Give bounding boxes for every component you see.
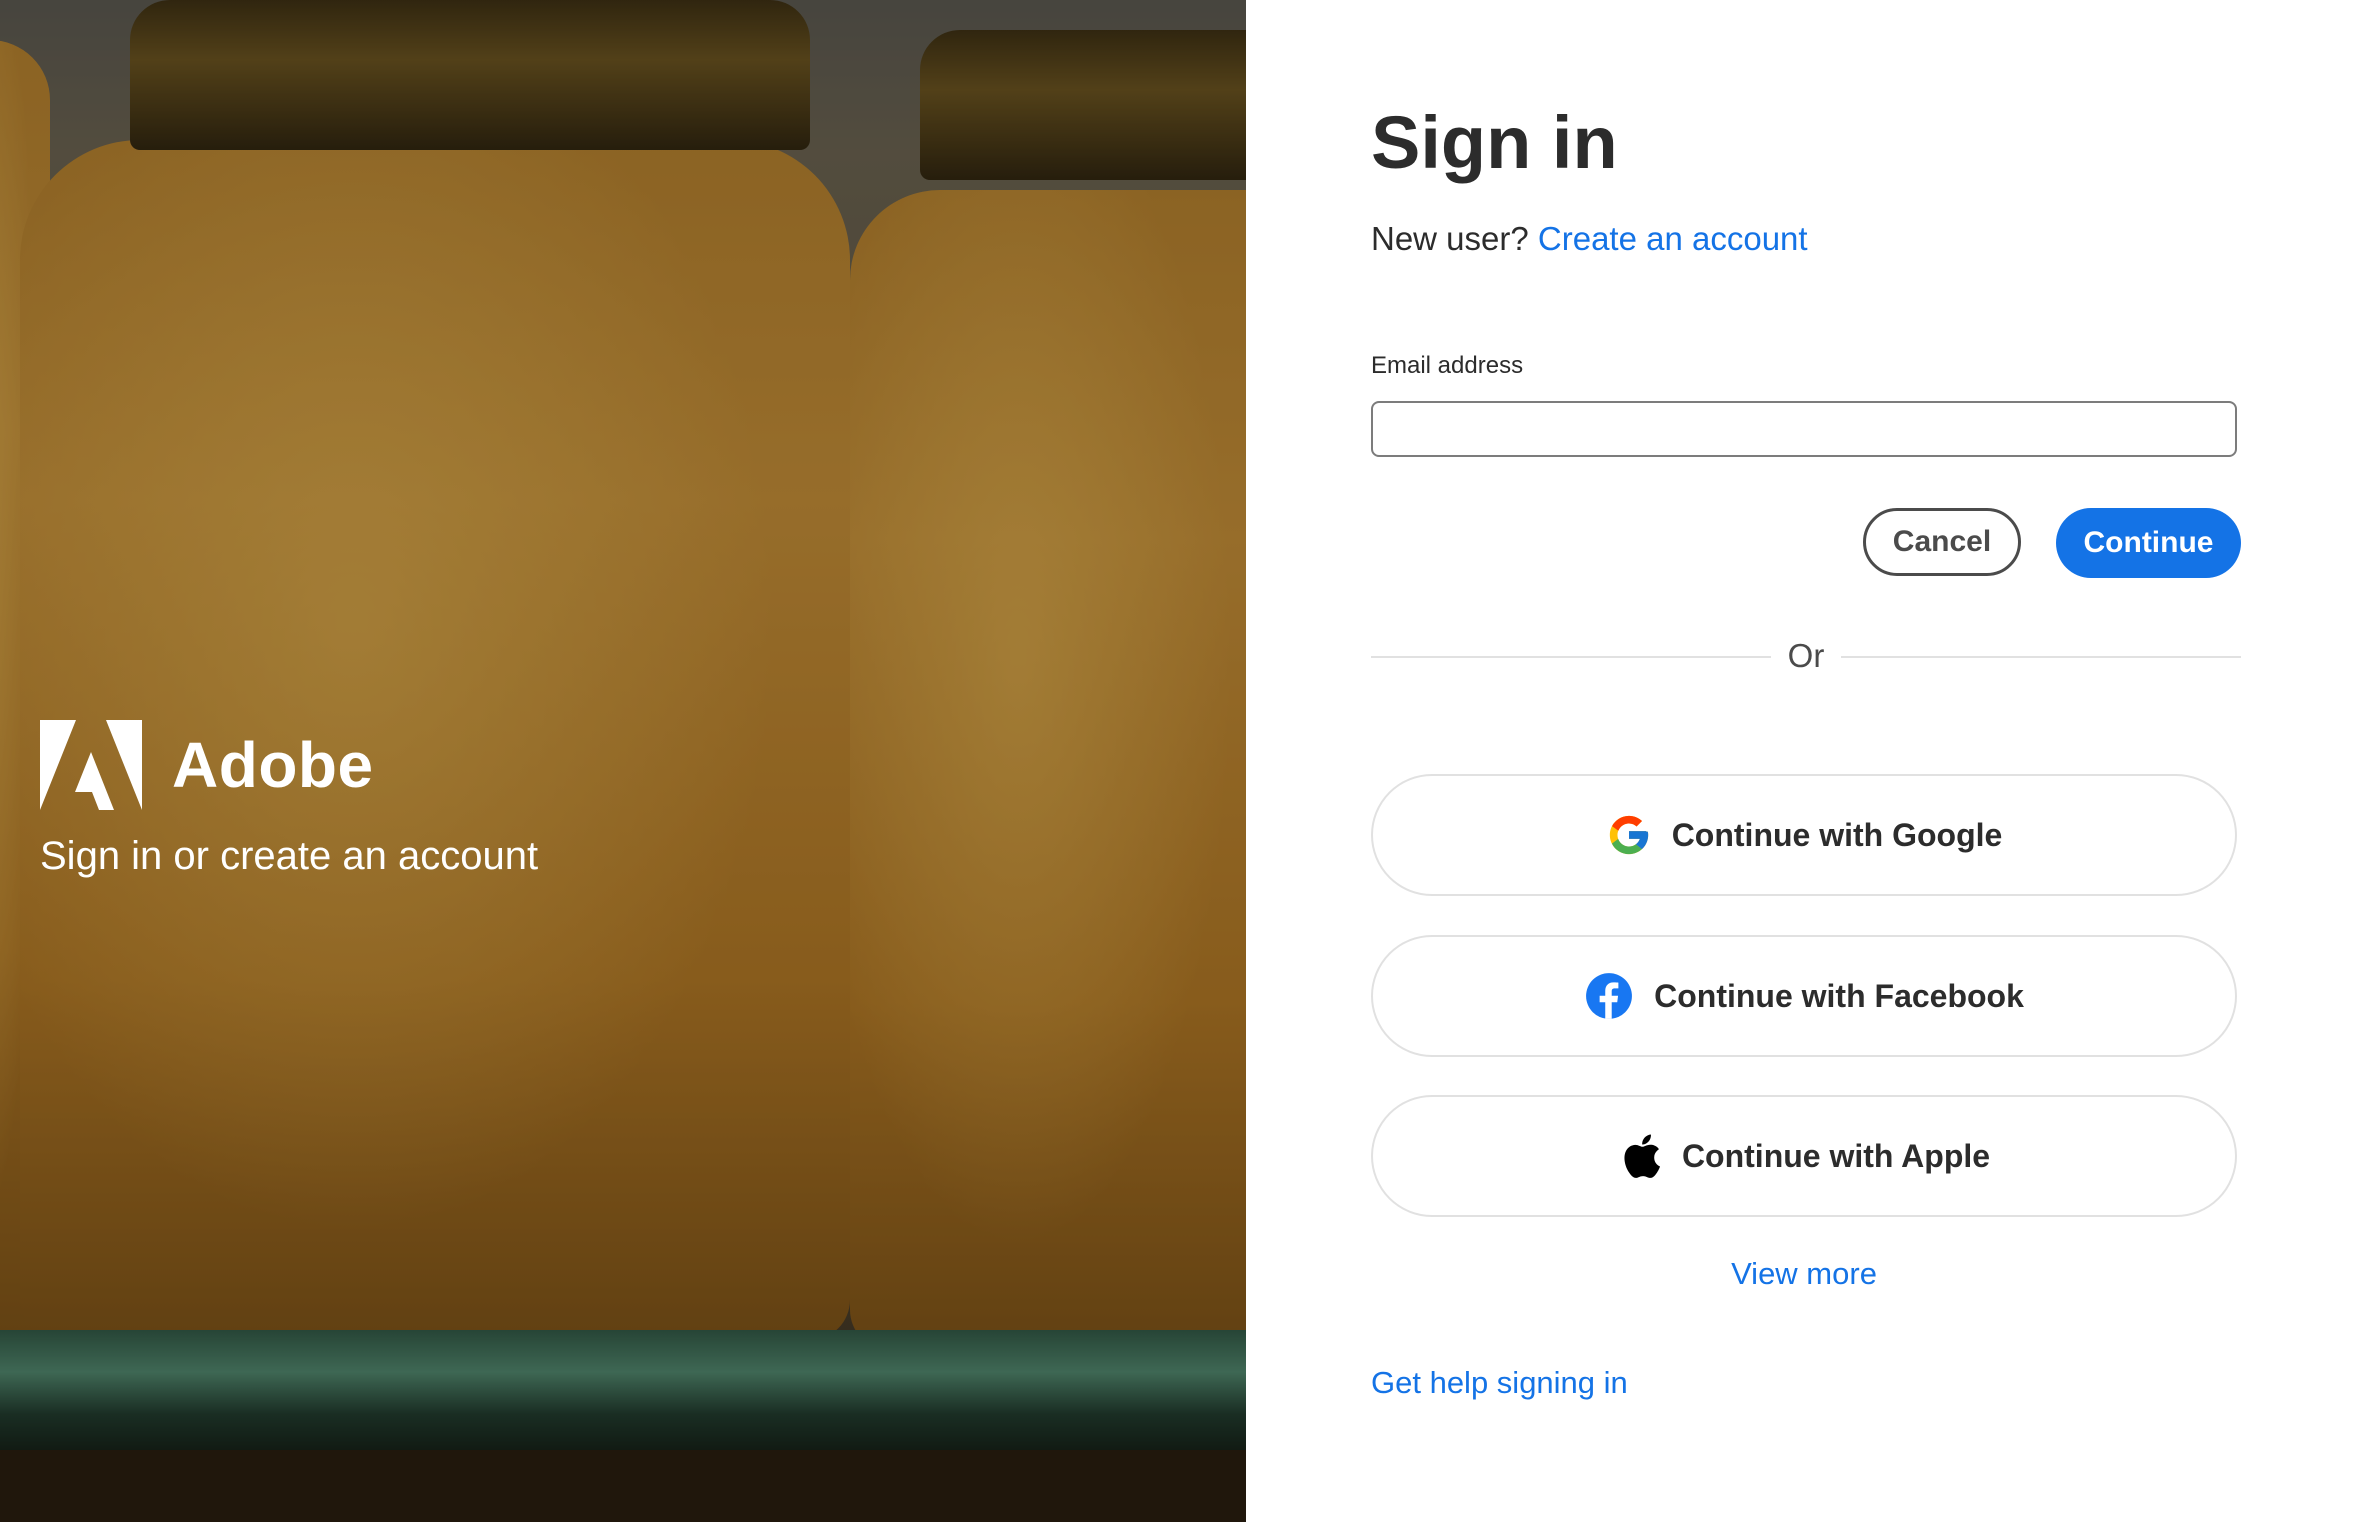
apple-icon — [1624, 1134, 1660, 1178]
email-label: Email address — [1371, 352, 1524, 379]
apple-button-label: Continue with Apple — [1681, 1137, 1991, 1174]
sign-in-panel: Sign in New user? Create an account Emai… — [1246, 0, 2362, 1522]
new-user-row: New user? Create an account — [1371, 220, 1808, 258]
view-more-link[interactable]: View more — [1371, 1256, 2237, 1292]
continue-with-facebook-button[interactable]: Continue with Facebook — [1371, 935, 2237, 1057]
new-user-prompt: New user? — [1371, 220, 1529, 257]
brand-block: Adobe Sign in or create an account — [40, 720, 538, 879]
brand-name: Adobe — [172, 729, 374, 801]
create-account-link[interactable]: Create an account — [1538, 220, 1808, 257]
continue-with-apple-button[interactable]: Continue with Apple — [1371, 1095, 2237, 1217]
adobe-logo-icon — [40, 720, 142, 810]
facebook-button-label: Continue with Facebook — [1654, 977, 2024, 1014]
page-title: Sign in — [1371, 101, 1618, 184]
divider-text: Or — [1787, 637, 1825, 674]
facebook-icon — [1586, 973, 1633, 1019]
brand-row: Adobe — [40, 720, 538, 810]
google-button-label: Continue with Google — [1671, 816, 2003, 853]
or-divider: Or — [1371, 637, 2241, 677]
email-field[interactable] — [1371, 401, 2237, 457]
cancel-button[interactable]: Cancel — [1863, 508, 2021, 576]
google-icon — [1609, 815, 1648, 855]
get-help-link[interactable]: Get help signing in — [1371, 1365, 1628, 1401]
brand-subtitle: Sign in or create an account — [40, 834, 539, 878]
continue-with-google-button[interactable]: Continue with Google — [1371, 774, 2237, 896]
continue-button[interactable]: Continue — [2056, 508, 2241, 578]
